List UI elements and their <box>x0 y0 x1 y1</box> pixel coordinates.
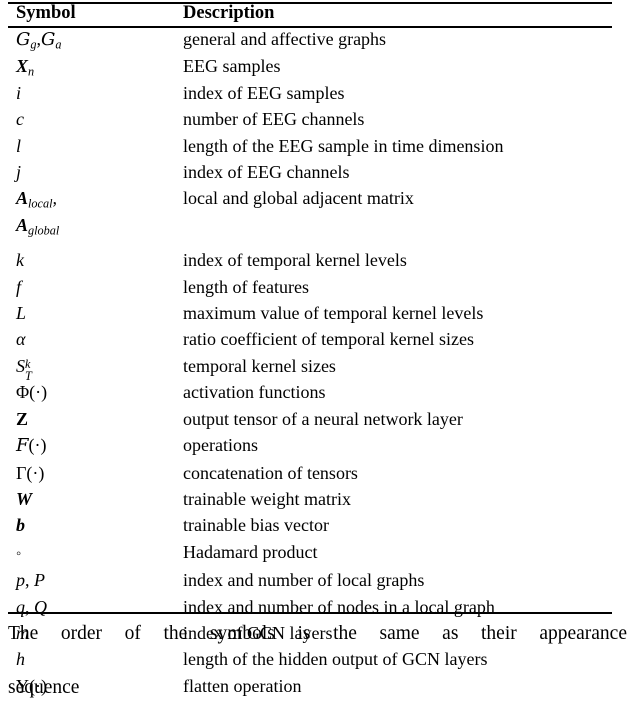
description-cell: Hadamard product <box>183 541 318 562</box>
description-cell: length of the EEG sample in time dimensi… <box>183 135 504 156</box>
symbol-cell: j <box>16 162 22 183</box>
symbol-cell: SkT <box>16 355 32 383</box>
description-cell: number of EEG channels <box>183 109 365 130</box>
table-row: Xn EEG samples <box>8 53 632 79</box>
column-header-symbol: Symbol <box>16 3 76 23</box>
description-cell: trainable weight matrix <box>183 488 351 509</box>
table-row: Gg,Ga general and affective graphs <box>8 26 632 53</box>
table-row: Alocal, local and global adjacent matrix <box>8 185 632 211</box>
table-row: SkT temporal kernel sizes <box>8 353 632 383</box>
table-row: b trainable bias vector <box>8 512 632 538</box>
table-header-row: Symbol Description <box>8 0 632 26</box>
description-cell: index and number of local graphs <box>183 570 425 591</box>
symbol-cell: i <box>16 82 22 103</box>
symbol-cell: k <box>16 250 24 271</box>
description-cell: temporal kernel sizes <box>183 355 336 376</box>
column-header-description: Description <box>183 3 275 23</box>
description-cell: index and number of nodes in a local gra… <box>183 596 495 617</box>
caption-line-2: sequence <box>8 677 80 698</box>
row-spacer-cell <box>183 238 632 247</box>
symbol-cell: Alocal, <box>16 188 57 211</box>
table-row: k index of temporal kernel levels <box>8 247 632 273</box>
description-cell: index of EEG channels <box>183 162 350 183</box>
table-row: Γ(·) concatenation of tensors <box>8 460 632 486</box>
description-cell: EEG samples <box>183 56 281 77</box>
description-cell: output tensor of a neural network layer <box>183 408 463 429</box>
description-cell: trainable bias vector <box>183 515 329 536</box>
description-cell: index of temporal kernel levels <box>183 250 407 271</box>
symbol-cell: Φ(·) <box>16 382 48 403</box>
table-row: f length of features <box>8 274 632 300</box>
symbol-description-table: Symbol Description Gg,Ga general and aff… <box>8 0 632 699</box>
description-cell: length of features <box>183 276 309 297</box>
caption-line-1: The order of the symbols is the same as … <box>8 623 627 644</box>
table-row: l length of the EEG sample in time dimen… <box>8 133 632 159</box>
table-row: j index of EEG channels <box>8 159 632 185</box>
row-spacer <box>8 238 632 247</box>
description-cell: concatenation of tensors <box>183 462 358 483</box>
table-row: L maximum value of temporal kernel level… <box>8 300 632 326</box>
description-cell: activation functions <box>183 382 326 403</box>
table-row: i index of EEG samples <box>8 80 632 106</box>
table-caption: The order of the symbols is the same as … <box>8 620 627 701</box>
table-row: p, P index and number of local graphs <box>8 567 632 593</box>
symbol-cell: l <box>16 135 22 156</box>
table-row: F(·) operations <box>8 432 632 459</box>
symbol-cell: α <box>16 329 26 350</box>
table-row-continuation: Aglobal <box>8 212 632 238</box>
table-row: q, Q index and number of nodes in a loca… <box>8 594 632 620</box>
description-cell: local and global adjacent matrix <box>183 188 414 209</box>
symbol-cell: c <box>16 109 24 130</box>
description-cell: operations <box>183 435 258 456</box>
symbol-cell: q, Q <box>16 596 47 617</box>
symbol-cell: b <box>16 515 25 536</box>
symbol-cell: F(·) <box>16 435 47 457</box>
symbol-cell: L <box>16 303 27 324</box>
symbol-cell: Γ(·) <box>16 462 45 483</box>
symbol-cell: f <box>16 276 22 297</box>
description-cell: index of EEG samples <box>183 82 345 103</box>
symbol-cell: W <box>16 488 33 509</box>
table-row: α ratio coefficient of temporal kernel s… <box>8 326 632 352</box>
description-cell <box>183 212 632 238</box>
symbol-table-figure: Symbol Description Gg,Ga general and aff… <box>0 0 640 698</box>
symbol-cell: Gg,Ga <box>16 29 62 52</box>
table-row: Z output tensor of a neural network laye… <box>8 406 632 432</box>
symbol-cell: Z <box>16 408 29 429</box>
description-cell: ratio coefficient of temporal kernel siz… <box>183 329 475 350</box>
row-spacer-cell <box>8 238 183 247</box>
table-row: W trainable weight matrix <box>8 486 632 512</box>
symbol-cell: p, P <box>16 570 45 591</box>
symbol-cell: Aglobal <box>16 214 60 238</box>
table-row: c number of EEG channels <box>8 106 632 132</box>
table-row: Φ(·) activation functions <box>8 379 632 405</box>
symbol-cell: Xn <box>16 56 35 79</box>
description-cell: general and affective graphs <box>183 29 387 49</box>
table-row: ◦ Hadamard product <box>8 539 632 567</box>
description-cell: maximum value of temporal kernel levels <box>183 303 484 324</box>
symbol-cell: ◦ <box>16 545 22 562</box>
